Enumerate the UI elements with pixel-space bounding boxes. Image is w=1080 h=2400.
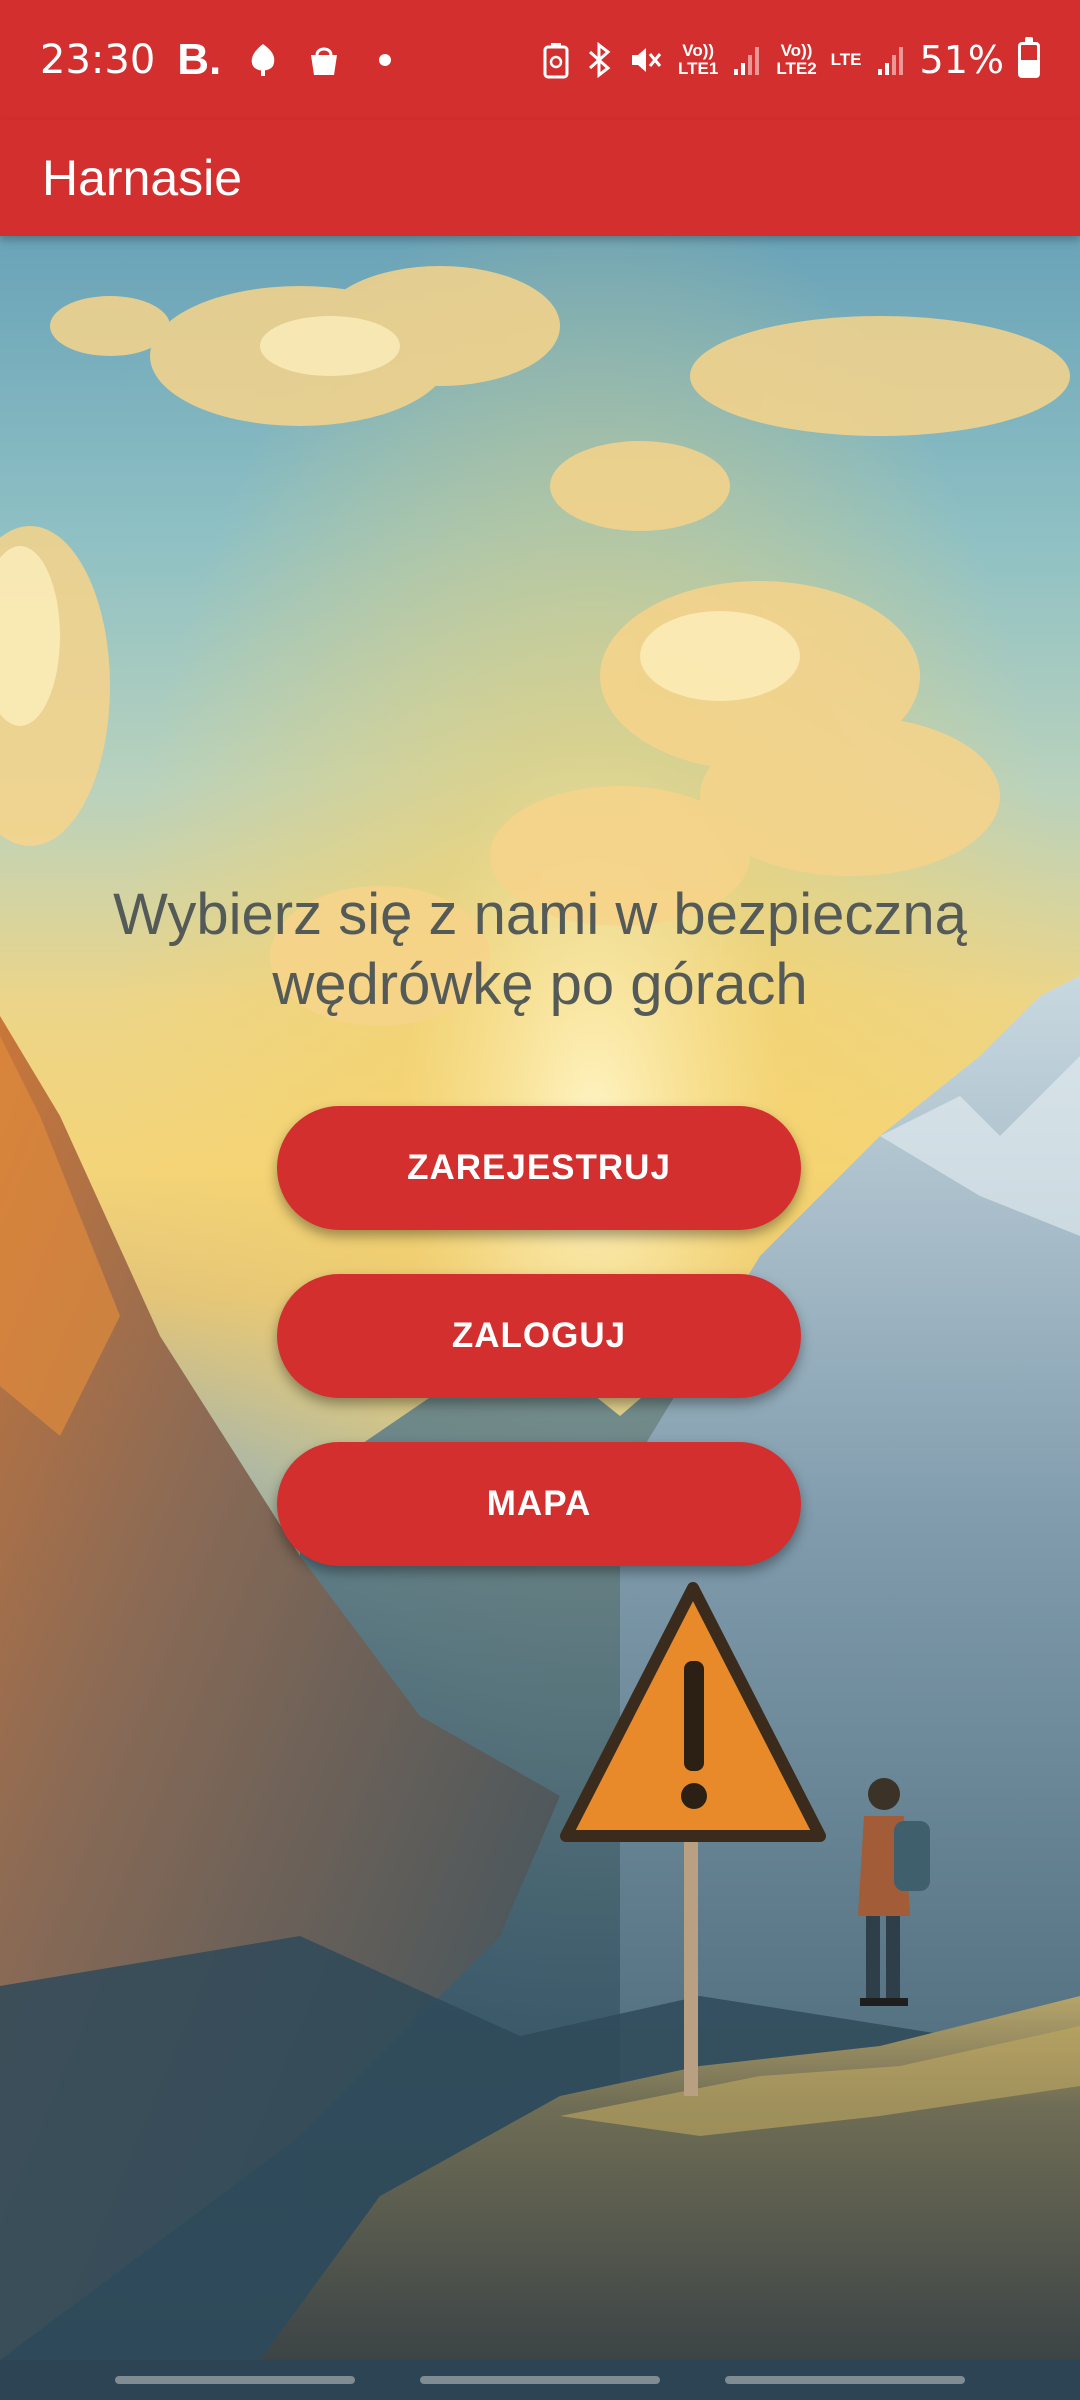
shopping-bag-icon — [311, 47, 338, 75]
sim2-label: Vo)) LTE2 — [776, 41, 817, 78]
gesture-nav-bar — [0, 2360, 1080, 2400]
status-right: Vo)) LTE1 Vo)) LTE2 LTE 51% — [542, 37, 1040, 82]
app-title: Harnasie — [42, 150, 243, 206]
battery-percent: 51% — [919, 38, 1004, 82]
status-left: 23:30 B. — [40, 35, 392, 85]
mute-icon — [632, 48, 662, 72]
nav-recents-pill[interactable] — [115, 2376, 355, 2384]
app-b-icon: B. — [177, 35, 222, 84]
bluetooth-icon — [589, 41, 611, 79]
register-button[interactable]: ZAREJESTRUJ — [277, 1106, 801, 1230]
lte-label: LTE — [830, 50, 862, 69]
signal-sim2-icon — [877, 47, 903, 75]
battery-level-fill — [1021, 59, 1037, 75]
battery-icon — [1018, 37, 1040, 78]
leaf-app-icon — [252, 44, 275, 76]
status-time: 23:30 — [40, 37, 156, 83]
login-button[interactable]: ZALOGUJ — [277, 1274, 801, 1398]
notification-dot — [379, 54, 392, 66]
app-bar: Harnasie — [0, 120, 1080, 236]
welcome-headline: Wybierz się z nami w bezpieczną wędrówkę… — [113, 882, 967, 1017]
sim1-label: Vo)) LTE1 — [678, 41, 719, 78]
nav-back-pill[interactable] — [725, 2376, 965, 2384]
map-button[interactable]: MAPA — [277, 1442, 801, 1566]
nav-home-pill[interactable] — [420, 2376, 660, 2384]
signal-sim1-icon — [734, 47, 760, 75]
battery-saver-icon — [543, 43, 569, 79]
status-bar: 23:30 B. Vo)) LTE1 Vo)) LTE2 LTE 51% — [0, 0, 1080, 120]
